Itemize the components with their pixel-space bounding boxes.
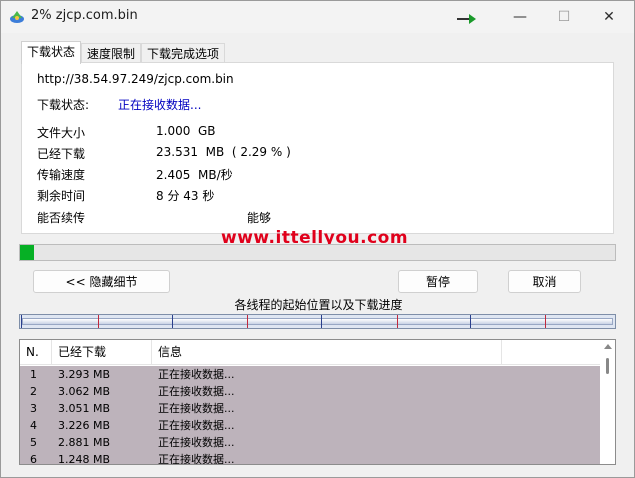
progress-fill: [20, 245, 34, 260]
thread-start-mark: [21, 315, 22, 328]
pause-button[interactable]: 暂停: [398, 270, 478, 293]
hide-details-button[interactable]: << 隐藏细节: [33, 270, 170, 293]
speed-row: 传输速度 2.405 MB/秒: [37, 166, 597, 184]
cell-info: 正在接收数据...: [158, 453, 235, 465]
table-row[interactable]: 3 3.051 MB 正在接收数据...: [20, 400, 600, 417]
cell-info: 正在接收数据...: [158, 402, 235, 415]
cell-n: 3: [30, 402, 37, 415]
table-header: N. 已经下载 信息: [20, 340, 600, 365]
cell-downloaded: 1.248 MB: [58, 453, 111, 465]
thread-start-mark: [247, 315, 248, 328]
cell-downloaded: 3.293 MB: [58, 368, 111, 381]
app-icon: [10, 11, 24, 23]
table-scrollbar[interactable]: [600, 340, 615, 464]
table-row[interactable]: 5 2.881 MB 正在接收数据...: [20, 434, 600, 451]
download-window: 2% zjcp.com.bin — ☐ ✕ 下载状态 速度限制 下载完成选项 h…: [0, 0, 635, 478]
thread-start-mark: [98, 315, 99, 328]
flag-icon: [457, 14, 476, 24]
downloaded-row: 已经下载 23.531 MB ( 2.29 % ): [37, 145, 597, 163]
segments-caption: 各线程的起始位置以及下载进度: [234, 298, 403, 312]
close-button[interactable]: ✕: [586, 1, 632, 33]
cancel-button[interactable]: 取消: [508, 270, 581, 293]
info-key: 文件大小: [37, 126, 86, 140]
thread-start-mark: [470, 315, 471, 328]
info-key: 已经下载: [37, 147, 86, 161]
cell-info: 正在接收数据...: [158, 368, 235, 381]
table-row[interactable]: 2 3.062 MB 正在接收数据...: [20, 383, 600, 400]
info-key: 能否续传: [37, 211, 86, 225]
download-progress-bar: [19, 244, 616, 261]
cell-downloaded: 3.226 MB: [58, 419, 111, 432]
table-row[interactable]: 6 1.248 MB 正在接收数据...: [20, 451, 600, 465]
cell-info: 正在接收数据...: [158, 436, 235, 449]
thread-segments-bar: [19, 314, 616, 329]
minimize-button[interactable]: —: [497, 1, 543, 33]
thread-start-mark: [172, 315, 173, 328]
table-row[interactable]: 1 3.293 MB 正在接收数据...: [20, 366, 600, 383]
cell-n: 5: [30, 436, 37, 449]
resume-row: 能否续传 能够: [37, 209, 597, 227]
cell-n: 1: [30, 368, 37, 381]
scroll-thumb[interactable]: [606, 358, 609, 374]
cell-downloaded: 3.051 MB: [58, 402, 111, 415]
cell-downloaded: 2.881 MB: [58, 436, 111, 449]
info-key: 传输速度: [37, 168, 86, 182]
time-left-row: 剩余时间 8 分 43 秒: [37, 187, 597, 205]
threads-table: N. 已经下载 信息 1 3.293 MB 正在接收数据... 2 3.062 …: [19, 339, 616, 465]
info-value: 1.000 GB: [156, 124, 216, 138]
thread-start-mark: [397, 315, 398, 328]
info-value: 23.531 MB ( 2.29 % ): [156, 145, 291, 159]
maximize-button[interactable]: ☐: [541, 1, 587, 33]
segments-track: [22, 318, 613, 325]
cell-downloaded: 3.062 MB: [58, 385, 111, 398]
title-bar[interactable]: 2% zjcp.com.bin — ☐ ✕: [1, 1, 634, 33]
cell-n: 2: [30, 385, 37, 398]
tab-strip: 下载状态 速度限制 下载完成选项: [21, 41, 226, 64]
info-value: 8 分 43 秒: [156, 189, 215, 203]
info-key: 剩余时间: [37, 189, 86, 203]
column-header-n[interactable]: N.: [20, 340, 52, 365]
column-header-downloaded[interactable]: 已经下载: [52, 340, 152, 365]
status-value: 正在接收数据...: [118, 98, 202, 112]
window-title: 2% zjcp.com.bin: [31, 8, 138, 23]
download-url: http://38.54.97.249/zjcp.com.bin: [37, 72, 234, 86]
file-size-row: 文件大小 1.000 GB: [37, 124, 597, 142]
tab-speed-limit[interactable]: 速度限制: [81, 43, 142, 64]
scroll-up-icon[interactable]: [604, 344, 612, 349]
thread-start-mark: [321, 315, 322, 328]
table-body: 1 3.293 MB 正在接收数据... 2 3.062 MB 正在接收数据..…: [20, 366, 600, 465]
table-row[interactable]: 4 3.226 MB 正在接收数据...: [20, 417, 600, 434]
column-header-extra[interactable]: [502, 340, 600, 365]
tab-download-status[interactable]: 下载状态: [21, 41, 82, 64]
status-panel: http://38.54.97.249/zjcp.com.bin 下载状态: 正…: [21, 62, 614, 234]
column-header-info[interactable]: 信息: [152, 340, 502, 365]
tab-completion-options[interactable]: 下载完成选项: [141, 43, 226, 64]
cell-n: 4: [30, 419, 37, 432]
info-value: 2.405 MB/秒: [156, 168, 233, 182]
cell-info: 正在接收数据...: [158, 419, 235, 432]
thread-start-mark: [545, 315, 546, 328]
cell-n: 6: [30, 453, 37, 465]
cell-info: 正在接收数据...: [158, 385, 235, 398]
status-label: 下载状态:: [37, 98, 90, 112]
info-value: 能够: [247, 211, 272, 225]
